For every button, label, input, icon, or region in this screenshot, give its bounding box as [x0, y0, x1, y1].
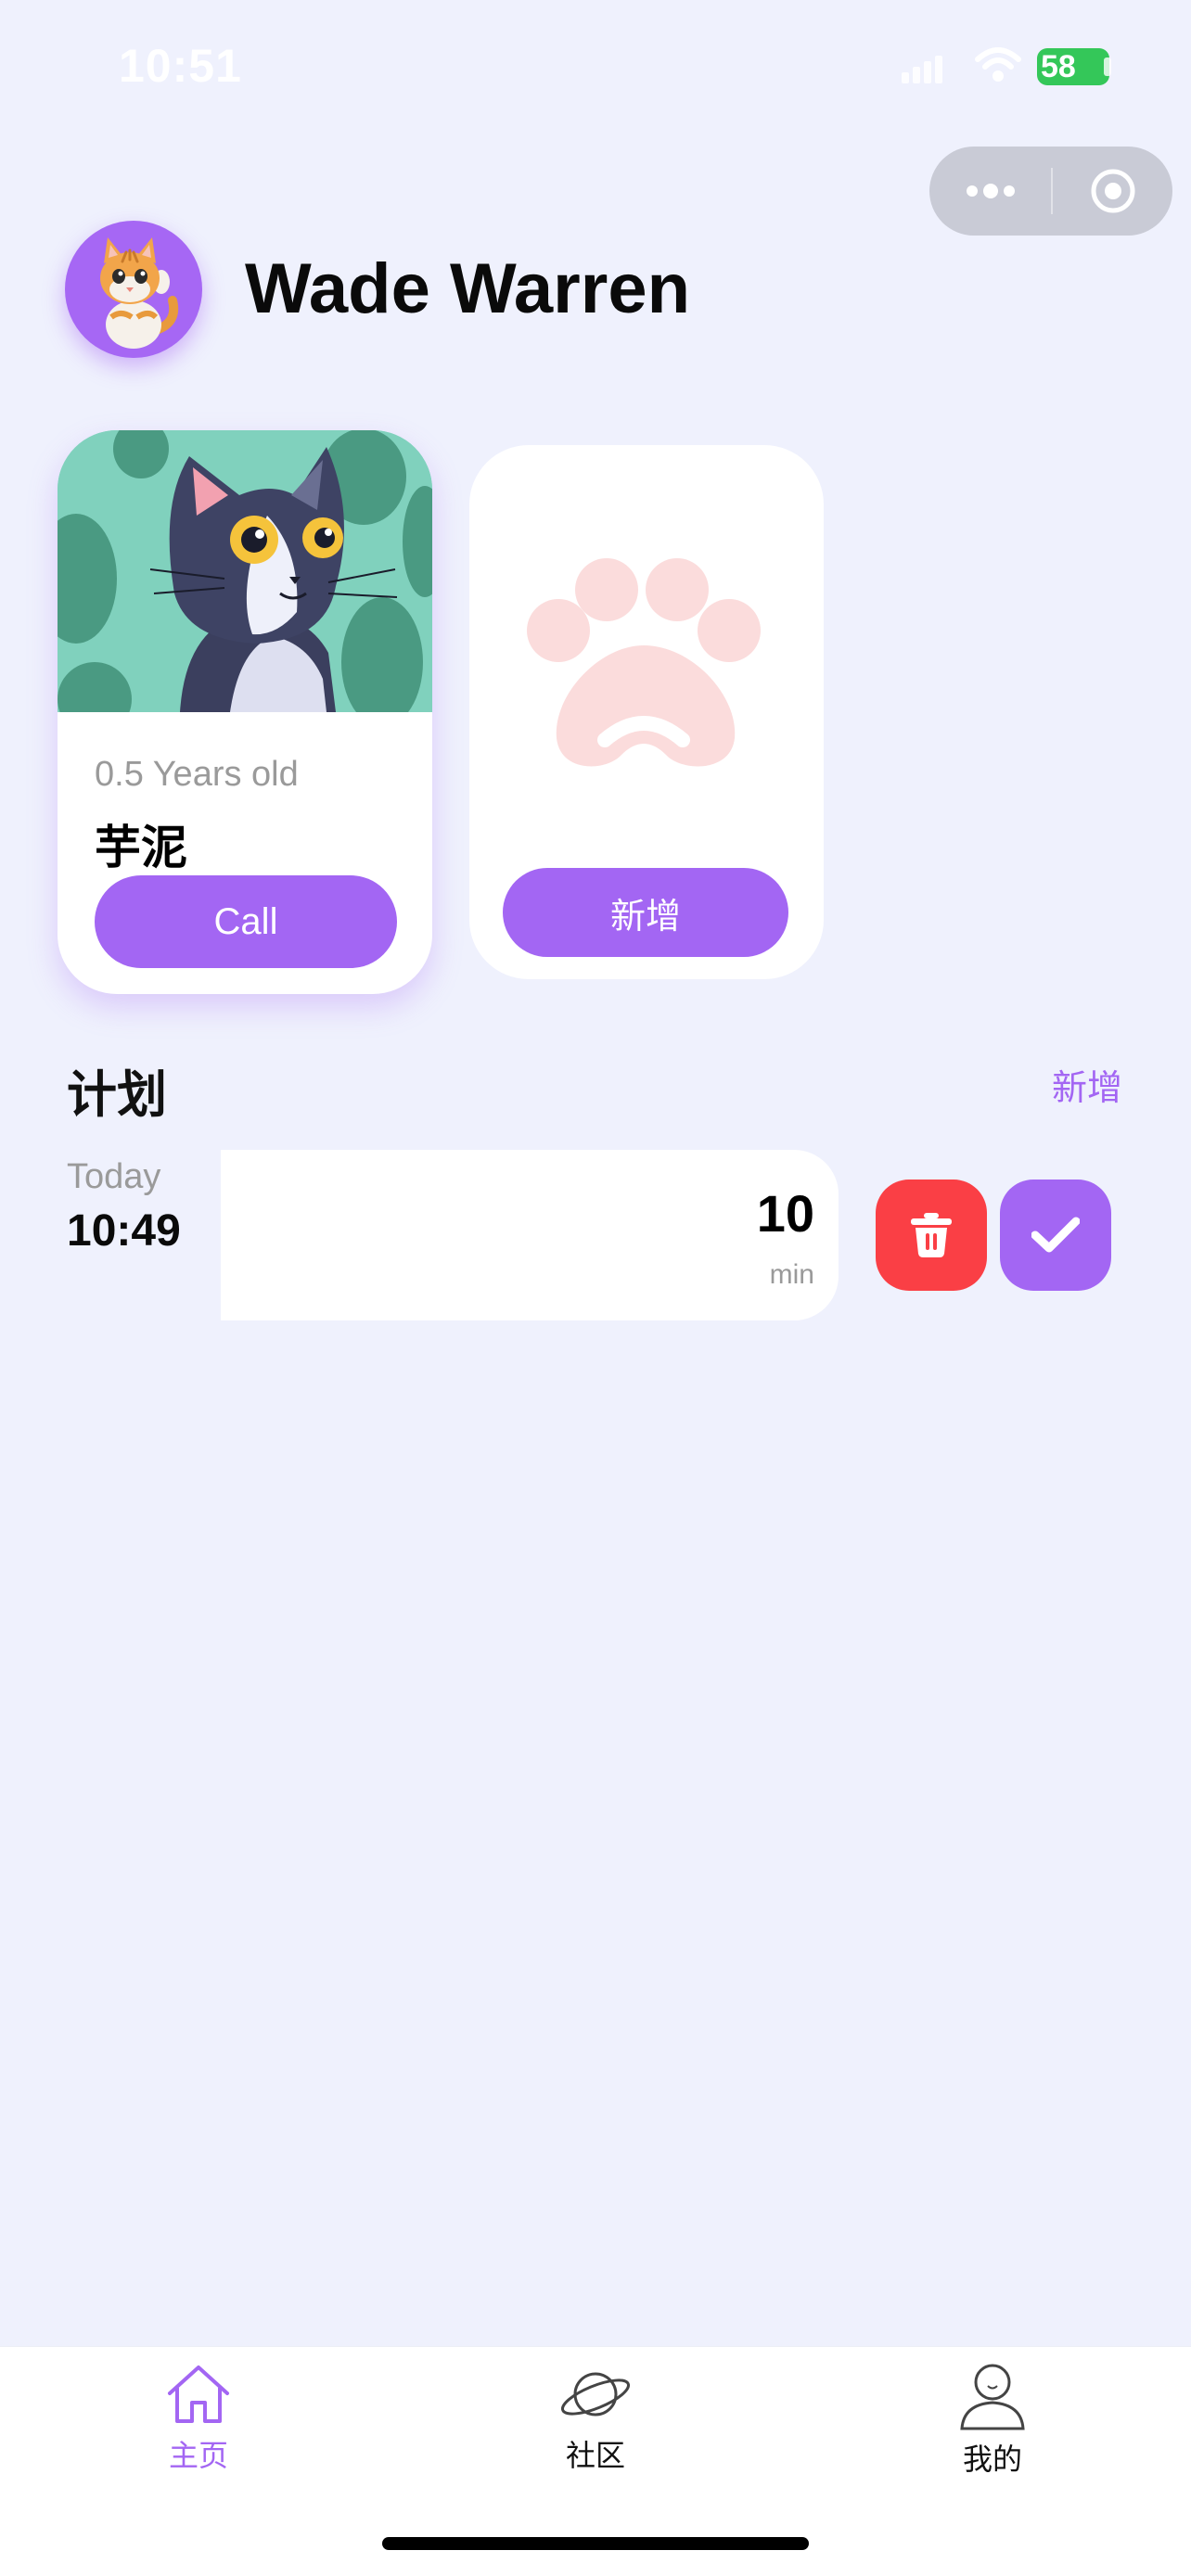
home-icon: [168, 2366, 229, 2423]
miniprogram-capsule: [929, 147, 1172, 236]
pet-age: 0.5 Years old: [95, 755, 299, 794]
tab-mine-label: 我的: [962, 2442, 1022, 2476]
plan-title: 计划: [67, 1067, 167, 1123]
add-pet-card[interactable]: 新增: [469, 445, 824, 979]
complete-plan-button[interactable]: [1000, 1180, 1111, 1291]
wifi-icon: [974, 46, 1022, 88]
call-button[interactable]: Call: [95, 875, 397, 968]
plan-time: 10:49: [67, 1206, 181, 1256]
plan-unit: min: [769, 1259, 814, 1290]
tab-home-label: 主页: [168, 2439, 228, 2472]
person-icon: [960, 2364, 1025, 2430]
home-indicator: [382, 2537, 809, 2550]
plan-item[interactable]: 10 min: [221, 1150, 839, 1320]
avatar[interactable]: [65, 221, 202, 358]
tab-mine[interactable]: 我的: [900, 2362, 1085, 2501]
pet-photo: [58, 430, 432, 736]
delete-plan-button[interactable]: [876, 1180, 987, 1291]
paw-icon: [525, 556, 768, 784]
close-target-icon[interactable]: [1053, 147, 1172, 236]
add-pet-button[interactable]: 新增: [503, 868, 788, 957]
pet-card[interactable]: 0.5 Years old 芋泥 Call: [58, 430, 432, 994]
plan-duration: 10: [756, 1184, 814, 1243]
plan-day: Today: [67, 1157, 161, 1196]
signal-icon: [902, 56, 946, 88]
cartoon-cat-photo: [58, 430, 432, 736]
battery-tip: [1104, 57, 1111, 76]
battery-icon: 58: [1037, 48, 1109, 85]
user-name: Wade Warren: [245, 249, 691, 328]
add-plan-link[interactable]: 新增: [1052, 1059, 1122, 1110]
check-icon: [1031, 1217, 1080, 1253]
pet-name: 芋泥: [95, 822, 187, 874]
trash-icon: [911, 1213, 952, 1257]
kitten-avatar: [100, 237, 179, 349]
planet-icon: [560, 2372, 631, 2417]
tab-home[interactable]: 主页: [106, 2362, 291, 2501]
tab-community-label: 社区: [565, 2439, 625, 2472]
status-bar: 10:51 58: [0, 0, 1191, 130]
status-time: 10:51: [119, 40, 242, 92]
tab-community[interactable]: 社区: [503, 2362, 688, 2501]
more-dots-icon[interactable]: [929, 147, 1051, 236]
